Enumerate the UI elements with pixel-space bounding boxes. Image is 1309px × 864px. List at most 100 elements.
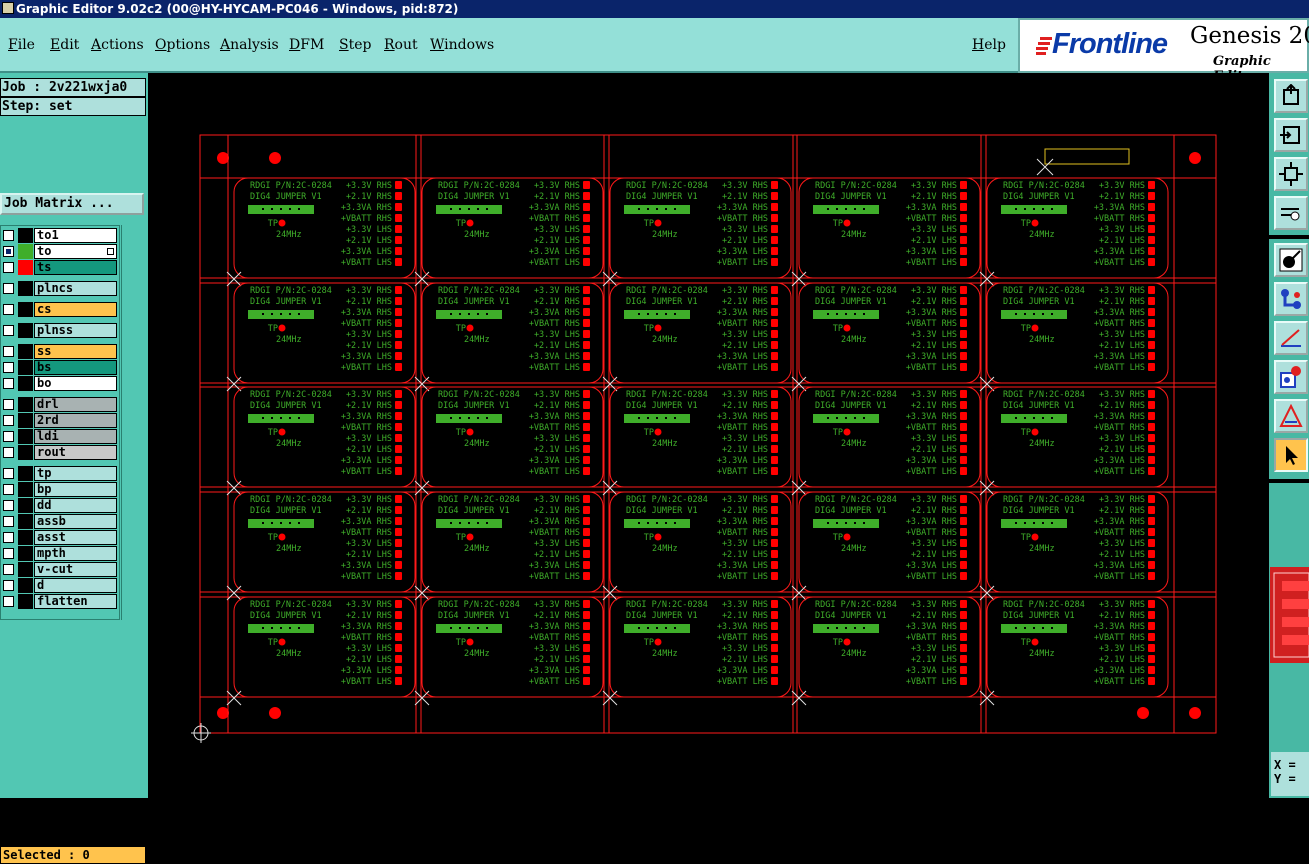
layer-color-swatch[interactable] <box>18 344 33 359</box>
menu-file[interactable]: File <box>8 37 35 53</box>
layer-name[interactable]: asst <box>34 530 117 545</box>
menu-analysis[interactable]: Analysis <box>220 37 279 53</box>
layer-color-swatch[interactable] <box>18 397 33 412</box>
layer-name[interactable]: to1 <box>34 228 117 243</box>
feature-select-button[interactable] <box>1274 243 1308 277</box>
layer-color-swatch[interactable] <box>18 466 33 481</box>
layer-row-bo[interactable]: bo <box>1 376 119 391</box>
layer-name[interactable]: 2rd <box>34 413 117 428</box>
layer-checkbox[interactable] <box>3 230 14 241</box>
layer-name[interactable]: ss <box>34 344 117 359</box>
layer-row-asst[interactable]: asst <box>1 530 119 545</box>
layer-checkbox[interactable] <box>3 548 14 559</box>
layer-name[interactable]: bp <box>34 482 117 497</box>
layer-color-swatch[interactable] <box>18 281 33 296</box>
layer-row-d[interactable]: d <box>1 578 119 593</box>
measure-button[interactable] <box>1274 321 1308 355</box>
layer-row-plnss[interactable]: plnss <box>1 323 119 338</box>
layer-row-to[interactable]: to <box>1 244 119 259</box>
layer-name[interactable]: assb <box>34 514 117 529</box>
layer-name[interactable]: mpth <box>34 546 117 561</box>
layer-name[interactable]: plncs <box>34 281 117 296</box>
layer-color-swatch[interactable] <box>18 360 33 375</box>
layer-checkbox[interactable] <box>3 516 14 527</box>
graphic-canvas[interactable]: RDGI P/N:2C-0284 DIG4 JUMPER V1 TP 24MHz +3.… <box>157 77 1269 798</box>
layer-color-swatch[interactable] <box>18 260 33 275</box>
layer-row-ss[interactable]: ss <box>1 344 119 359</box>
menu-step[interactable]: Step <box>339 37 371 53</box>
zoom-fit-button[interactable] <box>1274 157 1308 191</box>
layer-checkbox[interactable] <box>3 346 14 357</box>
job-matrix-button[interactable]: Job Matrix ... <box>0 193 144 215</box>
layer-color-swatch[interactable] <box>18 376 33 391</box>
layer-color-swatch[interactable] <box>18 482 33 497</box>
layer-checkbox[interactable] <box>3 246 14 257</box>
pointer-button[interactable] <box>1274 438 1308 472</box>
layer-checkbox[interactable] <box>3 283 14 294</box>
layer-checkbox[interactable] <box>3 596 14 607</box>
layer-row-bs[interactable]: bs <box>1 360 119 375</box>
layer-row-plncs[interactable]: plncs <box>1 281 119 296</box>
menu-rout[interactable]: Rout <box>384 37 418 53</box>
layer-color-swatch[interactable] <box>18 514 33 529</box>
layer-checkbox[interactable] <box>3 431 14 442</box>
layer-color-swatch[interactable] <box>18 562 33 577</box>
layer-name[interactable]: bs <box>34 360 117 375</box>
layer-color-swatch[interactable] <box>18 498 33 513</box>
layer-checkbox[interactable] <box>3 447 14 458</box>
layer-name[interactable]: ts <box>34 260 117 275</box>
layer-checkbox[interactable] <box>3 484 14 495</box>
layer-name[interactable]: cs <box>34 302 117 317</box>
layer-color-swatch[interactable] <box>18 594 33 609</box>
layer-color-swatch[interactable] <box>18 429 33 444</box>
layer-color-swatch[interactable] <box>18 530 33 545</box>
layer-name[interactable]: tp <box>34 466 117 481</box>
app-icon[interactable] <box>2 2 14 14</box>
layer-checkbox[interactable] <box>3 399 14 410</box>
layer-color-swatch[interactable] <box>18 228 33 243</box>
layer-name[interactable]: dd <box>34 498 117 513</box>
layer-row-bp[interactable]: bp <box>1 482 119 497</box>
layer-checkbox[interactable] <box>3 262 14 273</box>
layer-list-scrollbar[interactable] <box>121 225 148 620</box>
layer-checkbox[interactable] <box>3 564 14 575</box>
drc-button[interactable] <box>1274 399 1308 433</box>
layer-row-mpth[interactable]: mpth <box>1 546 119 561</box>
layer-checkbox[interactable] <box>3 532 14 543</box>
zoom-window-button[interactable] <box>1274 118 1308 152</box>
layer-row-ts[interactable]: ts <box>1 260 119 275</box>
layer-checkbox[interactable] <box>3 362 14 373</box>
layer-color-swatch[interactable] <box>18 546 33 561</box>
layer-color-swatch[interactable] <box>18 413 33 428</box>
layer-checkbox[interactable] <box>3 415 14 426</box>
layer-row-cs[interactable]: cs <box>1 302 119 317</box>
layer-row-dd[interactable]: dd <box>1 498 119 513</box>
menu-dfm[interactable]: DFM <box>289 37 324 53</box>
layer-color-swatch[interactable] <box>18 244 33 259</box>
layer-name[interactable]: v-cut <box>34 562 117 577</box>
layer-checkbox[interactable] <box>3 378 14 389</box>
layer-checkbox[interactable] <box>3 500 14 511</box>
layer-name[interactable]: rout <box>34 445 117 460</box>
layer-name[interactable]: bo <box>34 376 117 391</box>
layer-checkbox[interactable] <box>3 304 14 315</box>
layer-name[interactable]: drl <box>34 397 117 412</box>
layer-row-ldi[interactable]: ldi <box>1 429 119 444</box>
layer-checkbox[interactable] <box>3 325 14 336</box>
layer-row-tp[interactable]: tp <box>1 466 119 481</box>
layer-name[interactable]: plnss <box>34 323 117 338</box>
menu-help[interactable]: Help <box>972 37 1006 53</box>
layer-checkbox[interactable] <box>3 580 14 591</box>
layer-row-to1[interactable]: to1 <box>1 228 119 243</box>
layer-color-swatch[interactable] <box>18 323 33 338</box>
net-button[interactable] <box>1274 282 1308 316</box>
layer-color-swatch[interactable] <box>18 302 33 317</box>
layer-name[interactable]: to <box>34 244 117 259</box>
layer-row-rout[interactable]: rout <box>1 445 119 460</box>
zoom-home-button[interactable] <box>1274 79 1308 113</box>
layer-name[interactable]: ldi <box>34 429 117 444</box>
layer-checkbox[interactable] <box>3 468 14 479</box>
layer-row-drl[interactable]: drl <box>1 397 119 412</box>
menu-windows[interactable]: Windows <box>430 37 494 53</box>
layer-row-v-cut[interactable]: v-cut <box>1 562 119 577</box>
